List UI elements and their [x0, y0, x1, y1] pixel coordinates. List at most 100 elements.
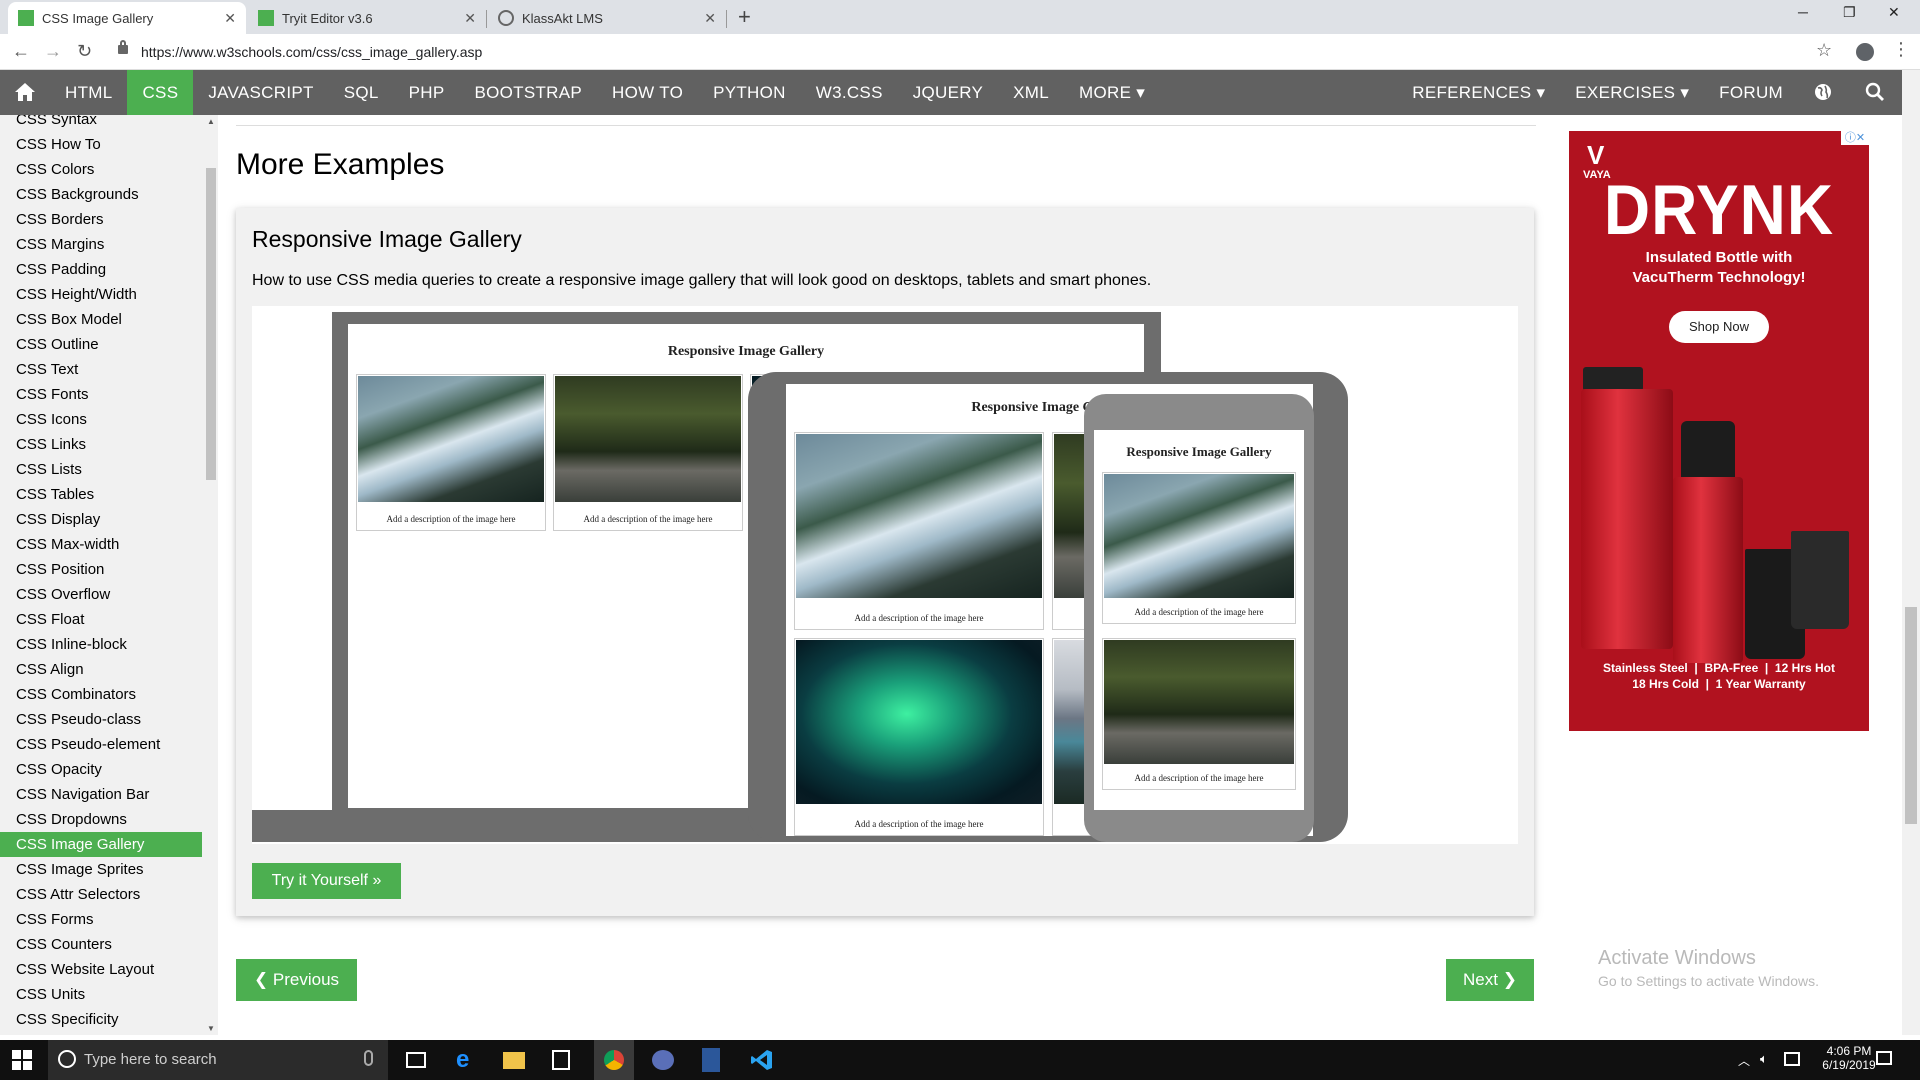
sidebar-item-css-overflow[interactable]: CSS Overflow [0, 582, 204, 607]
sidebar-item-css-padding[interactable]: CSS Padding [0, 257, 204, 282]
sidebar-item-css-max-width[interactable]: CSS Max-width [0, 532, 204, 557]
nav-php[interactable]: PHP [394, 70, 460, 115]
sidebar-item-css-counters[interactable]: CSS Counters [0, 932, 204, 957]
notifications-icon[interactable] [1876, 1051, 1892, 1065]
nav-howto[interactable]: HOW TO [597, 70, 698, 115]
page-scrollbar-thumb[interactable] [1905, 607, 1917, 824]
nav-sql[interactable]: SQL [329, 70, 394, 115]
sidebar-item-css-lists[interactable]: CSS Lists [0, 457, 204, 482]
close-tab-icon[interactable]: ✕ [464, 10, 476, 27]
try-it-yourself-button[interactable]: Try it Yourself » [252, 863, 401, 899]
restore-icon[interactable]: ❐ [1843, 4, 1856, 21]
ad-choices-icon[interactable]: ⓘ✕ [1841, 131, 1869, 145]
reload-icon[interactable]: ↻ [77, 41, 92, 62]
sidebar-item-css-align[interactable]: CSS Align [0, 657, 204, 682]
forward-icon[interactable]: → [44, 41, 62, 62]
sidebar-item-css-units[interactable]: CSS Units [0, 982, 204, 1007]
sidebar-item-css-margins[interactable]: CSS Margins [0, 232, 204, 257]
nav-css[interactable]: CSS [127, 70, 194, 115]
sidebar-item-css-tables[interactable]: CSS Tables [0, 482, 204, 507]
sidebar-item-css-icons[interactable]: CSS Icons [0, 407, 204, 432]
sidebar-item-css-float[interactable]: CSS Float [0, 607, 204, 632]
sidebar-item-css-syntax[interactable]: CSS Syntax [0, 115, 204, 132]
sidebar-item-css-attr-selectors[interactable]: CSS Attr Selectors [0, 882, 204, 907]
sidebar-item-css-navigation-bar[interactable]: CSS Navigation Bar [0, 782, 204, 807]
nav-w3css[interactable]: W3.CSS [801, 70, 898, 115]
sidebar-item-css-fonts[interactable]: CSS Fonts [0, 382, 204, 407]
nav-bootstrap[interactable]: BOOTSTRAP [459, 70, 597, 115]
sidebar-item-css-pseudo-element[interactable]: CSS Pseudo-element [0, 732, 204, 757]
chrome-taskbar-button[interactable] [594, 1040, 634, 1080]
browser-tab-klassakt[interactable]: KlassAkt LMS ✕ [488, 2, 727, 34]
sidebar-item-css-pseudo-class[interactable]: CSS Pseudo-class [0, 707, 204, 732]
sidebar-item-css-website-layout[interactable]: CSS Website Layout [0, 957, 204, 982]
home-icon[interactable] [0, 70, 50, 115]
search-icon[interactable] [1850, 70, 1902, 115]
minimize-icon[interactable]: ─ [1798, 4, 1808, 20]
sidebar-item-css-box-model[interactable]: CSS Box Model [0, 307, 204, 332]
window-close-icon[interactable]: ✕ [1888, 4, 1900, 21]
taskbar-search-box[interactable]: Type here to search [48, 1040, 388, 1080]
sidebar-item-css-dropdowns[interactable]: CSS Dropdowns [0, 807, 204, 832]
sidebar-item-css-combinators[interactable]: CSS Combinators [0, 682, 204, 707]
network-icon[interactable] [1784, 1052, 1800, 1066]
nav-html[interactable]: HTML [50, 70, 127, 115]
sidebar-item-css-borders[interactable]: CSS Borders [0, 207, 204, 232]
sidebar-item-css-inline-block[interactable]: CSS Inline-block [0, 632, 204, 657]
windows-start-icon[interactable] [12, 1050, 32, 1070]
word-doc-icon[interactable] [702, 1048, 720, 1072]
scroll-up-arrow-icon[interactable]: ▲ [207, 117, 215, 126]
url-field[interactable]: https://www.w3schools.com/css/css_image_… [141, 44, 482, 60]
nav-more[interactable]: MORE ▾ [1064, 70, 1160, 115]
close-tab-icon[interactable]: ✕ [704, 10, 716, 27]
sidebar-item-css-opacity[interactable]: CSS Opacity [0, 757, 204, 782]
sidebar-item-css-how-to[interactable]: CSS How To [0, 132, 204, 157]
next-button[interactable]: Next ❯ [1446, 959, 1534, 1001]
nav-exercises[interactable]: EXERCISES ▾ [1560, 70, 1704, 115]
sidebar-item-css-outline[interactable]: CSS Outline [0, 332, 204, 357]
sidebar-item-css-image-sprites[interactable]: CSS Image Sprites [0, 857, 204, 882]
sidebar-item-css-forms[interactable]: CSS Forms [0, 907, 204, 932]
nav-python[interactable]: PYTHON [698, 70, 801, 115]
back-icon[interactable]: ← [12, 41, 30, 62]
edge-icon[interactable]: e [456, 1046, 469, 1074]
page-scrollbar[interactable] [1902, 70, 1920, 1035]
nav-javascript[interactable]: JAVASCRIPT [193, 70, 328, 115]
sidebar-item-css-specificity[interactable]: CSS Specificity [0, 1007, 204, 1032]
sidebar-item-css-position[interactable]: CSS Position [0, 557, 204, 582]
responsive-gallery-demo-image[interactable]: Responsive Image Gallery Add a descripti… [252, 306, 1518, 844]
menu-dots-icon[interactable]: ⋮ [1892, 39, 1910, 60]
vscode-icon[interactable] [750, 1048, 774, 1072]
tray-chevron-icon[interactable]: ︿ [1738, 1052, 1750, 1069]
volume-icon[interactable]: 🔈︎ [1760, 1051, 1768, 1067]
bookmark-star-icon[interactable]: ☆ [1816, 40, 1832, 61]
previous-button[interactable]: ❮ Previous [236, 959, 357, 1001]
gallery-caption: Add a description of the image here [583, 514, 713, 524]
task-view-icon[interactable] [406, 1052, 426, 1068]
sidebar-item-css-backgrounds[interactable]: CSS Backgrounds [0, 182, 204, 207]
close-tab-icon[interactable]: ✕ [224, 10, 236, 27]
sidebar-item-css-display[interactable]: CSS Display [0, 507, 204, 532]
file-explorer-icon[interactable] [503, 1052, 525, 1069]
nav-references[interactable]: REFERENCES ▾ [1397, 70, 1560, 115]
sidebar-item-css-colors[interactable]: CSS Colors [0, 157, 204, 182]
globe-icon[interactable] [1798, 70, 1850, 115]
sidebar-item-css-links[interactable]: CSS Links [0, 432, 204, 457]
sidebar-scrollbar-thumb[interactable] [206, 168, 216, 480]
store-icon[interactable] [552, 1050, 570, 1070]
browser-tab-tryit[interactable]: Tryit Editor v3.6 ✕ [248, 2, 487, 34]
nav-xml[interactable]: XML [998, 70, 1064, 115]
nav-forum[interactable]: FORUM [1704, 70, 1798, 115]
shop-now-button[interactable]: Shop Now [1669, 311, 1769, 343]
advertisement[interactable]: ⓘ✕ V VAYA DRYNK Insulated Bottle with Va… [1569, 131, 1869, 731]
sidebar-item-css-image-gallery[interactable]: CSS Image Gallery [0, 832, 202, 857]
profile-icon[interactable] [1856, 43, 1874, 61]
new-tab-icon[interactable]: + [738, 6, 751, 28]
scroll-down-arrow-icon[interactable]: ▼ [207, 1024, 215, 1033]
microphone-icon[interactable] [364, 1050, 373, 1066]
sidebar-item-css-text[interactable]: CSS Text [0, 357, 204, 382]
app-icon[interactable] [652, 1050, 674, 1070]
sidebar-item-css-height-width[interactable]: CSS Height/Width [0, 282, 204, 307]
nav-jquery[interactable]: JQUERY [898, 70, 998, 115]
browser-tab-css-image-gallery[interactable]: CSS Image Gallery ✕ [8, 2, 246, 34]
